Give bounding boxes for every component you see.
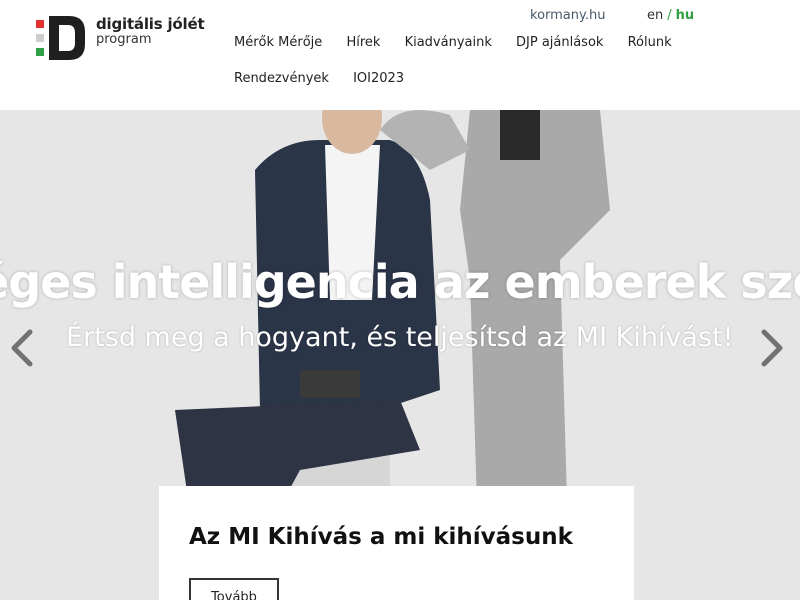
logo-mark-icon: [36, 16, 88, 60]
hero-slider: éges intelligencia az emberek szolgá Ért…: [0, 110, 800, 600]
hero-card: Az MI Kihívás a mi kihívásunk Tovább: [159, 486, 634, 600]
nav-item-merok-meroje[interactable]: Mérők Mérője: [234, 35, 322, 50]
logo-green-square: [36, 48, 44, 56]
kormany-link[interactable]: kormany.hu: [530, 8, 605, 23]
nav-item-hirek[interactable]: Hírek: [346, 35, 380, 50]
logo-red-square: [36, 20, 44, 28]
nav-item-rendezvenyek[interactable]: Rendezvények: [234, 71, 329, 86]
logo-text-line1: digitális jólét: [96, 15, 205, 33]
hero-title: éges intelligencia az emberek szolgá: [0, 255, 800, 309]
site-logo[interactable]: digitális jólét program: [36, 15, 205, 60]
lang-hu-link[interactable]: hu: [676, 8, 695, 23]
logo-d-letter-icon: [49, 16, 85, 60]
site-header: digitális jólét program kormany.hu en / hu…: [0, 0, 800, 110]
more-button[interactable]: Tovább: [189, 578, 279, 600]
logo-text-line2: program: [96, 32, 152, 47]
logo-text: digitális jólét program: [96, 15, 205, 48]
lang-en-link[interactable]: en: [647, 8, 663, 23]
chevron-left-icon[interactable]: [6, 328, 36, 368]
language-switcher: en / hu: [647, 8, 694, 23]
hero-card-title: Az MI Kihívás a mi kihívásunk: [189, 524, 573, 550]
hero-subtitle: Értsd meg a hogyant, és teljesítsd az MI…: [66, 322, 734, 353]
lang-separator: /: [667, 8, 672, 23]
nav-item-ioi2023[interactable]: IOI2023: [353, 71, 404, 86]
main-nav-row2: Rendezvények IOI2023: [234, 71, 424, 86]
nav-item-kiadvanyaink[interactable]: Kiadványaink: [405, 35, 492, 50]
nav-item-rolunk[interactable]: Rólunk: [628, 35, 672, 50]
main-nav-row1: Mérők Mérője Hírek Kiadványaink DJP aján…: [234, 35, 692, 50]
logo-gray-square: [36, 34, 44, 42]
chevron-right-icon[interactable]: [758, 328, 788, 368]
nav-item-djp-ajanlasok[interactable]: DJP ajánlások: [516, 35, 603, 50]
